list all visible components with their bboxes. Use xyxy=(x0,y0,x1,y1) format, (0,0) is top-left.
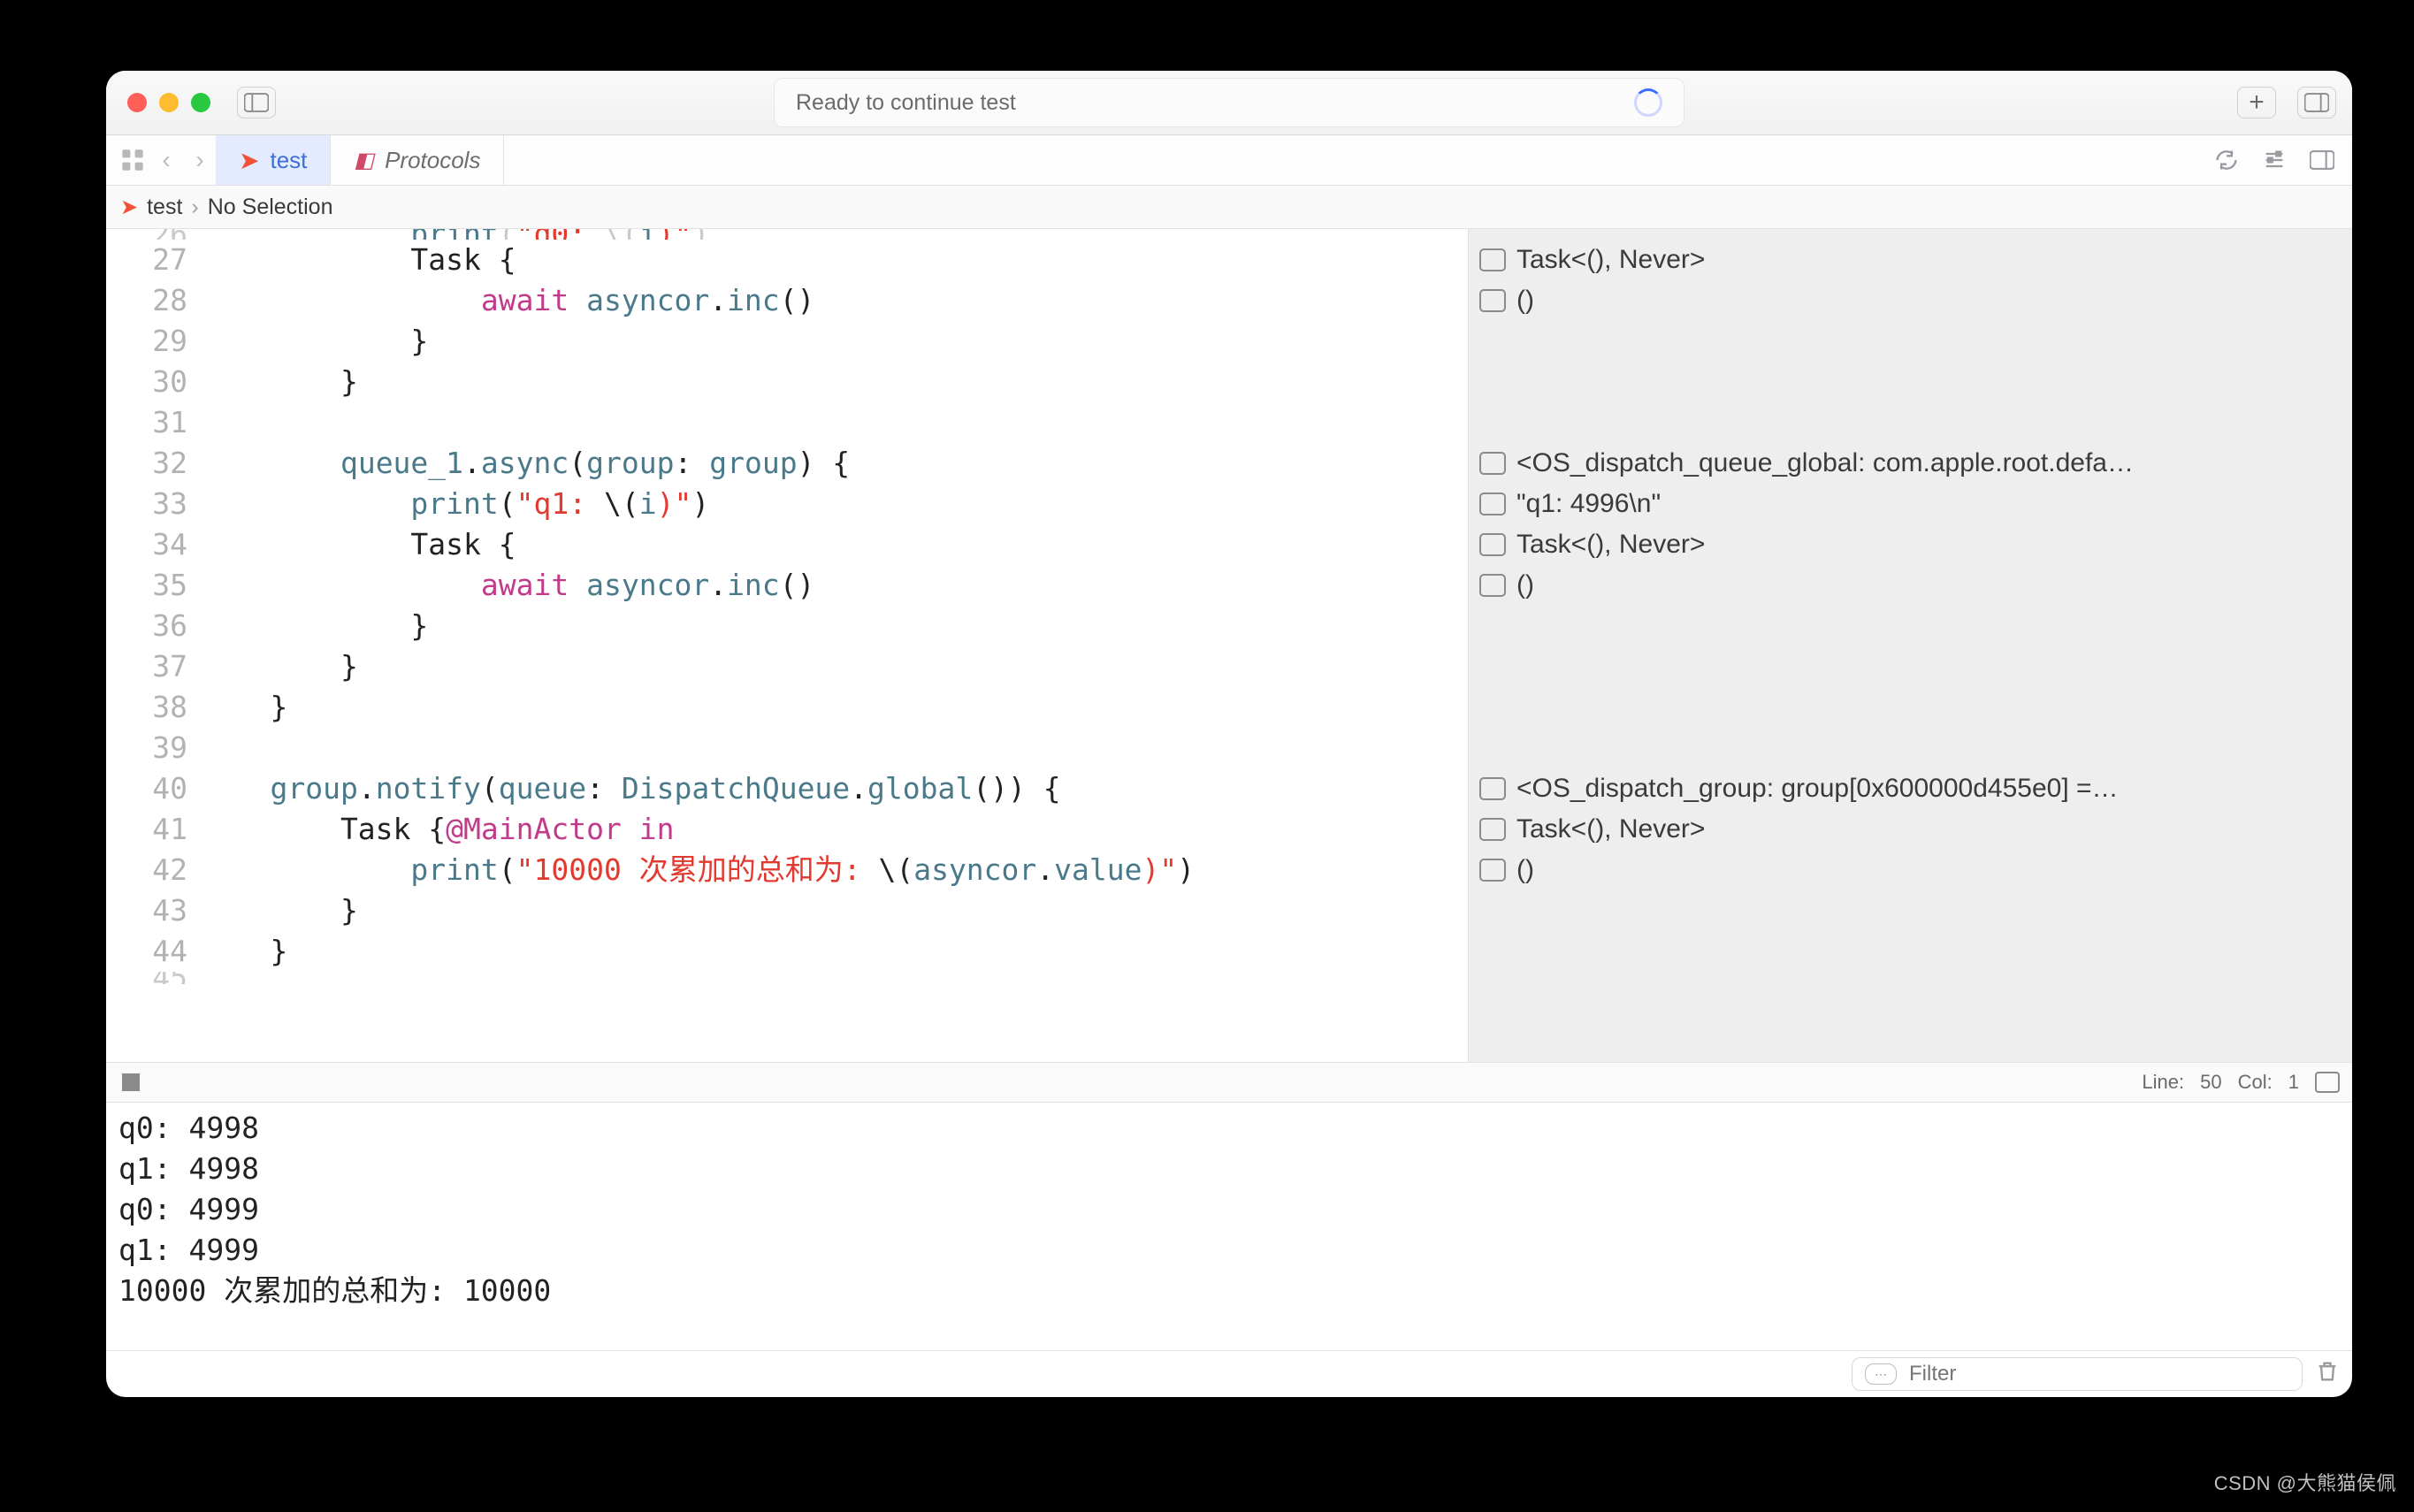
breadcrumb-selection: No Selection xyxy=(208,195,333,220)
chevron-right-icon: › xyxy=(191,195,198,220)
breadcrumb[interactable]: ➤ test › No Selection xyxy=(106,186,2352,229)
result-icon xyxy=(1479,574,1506,597)
result-text: Task<(), Never> xyxy=(1516,809,1705,850)
watermark: CSDN @大熊猫侯佩 xyxy=(2214,1468,2396,1496)
results-sidebar: Task<(), Never>()<OS_dispatch_queue_glob… xyxy=(1468,229,2352,1062)
swift-icon: ➤ xyxy=(239,146,259,175)
activity-viewer[interactable]: Ready to continue test xyxy=(774,78,1684,127)
result-row[interactable]: () xyxy=(1469,280,2352,321)
line-label: Line: xyxy=(2142,1071,2184,1094)
adjust-editor-icon[interactable] xyxy=(2257,142,2292,178)
col-label: Col: xyxy=(2238,1071,2273,1094)
tab-protocols[interactable]: ◧ Protocols xyxy=(331,135,504,185)
result-icon xyxy=(1479,533,1506,556)
stop-execution-button[interactable] xyxy=(122,1073,140,1091)
result-row[interactable]: Task<(), Never> xyxy=(1469,240,2352,280)
result-row[interactable]: "q1: 4996\n" xyxy=(1469,484,2352,524)
tab-test[interactable]: ➤ test xyxy=(216,135,331,185)
tab-label: Protocols xyxy=(385,147,480,174)
result-row[interactable]: <OS_dispatch_queue_global: com.apple.roo… xyxy=(1469,443,2352,484)
close-button[interactable] xyxy=(127,93,147,112)
sidebar-toggle-icon[interactable] xyxy=(237,87,276,118)
result-icon xyxy=(1479,818,1506,841)
result-row[interactable]: () xyxy=(1469,565,2352,606)
xcode-playground-window: Ready to continue test + ‹ › ➤ xyxy=(106,71,2352,1397)
traffic-lights xyxy=(127,93,210,112)
scope-icon: ⋯ xyxy=(1865,1363,1897,1385)
result-row[interactable]: Task<(), Never> xyxy=(1469,809,2352,850)
result-text: Task<(), Never> xyxy=(1516,240,1705,280)
forward-button[interactable]: › xyxy=(184,144,216,176)
back-button[interactable]: ‹ xyxy=(150,144,182,176)
console-filter-bar: ⋯ xyxy=(106,1350,2352,1397)
source-editor[interactable]: 2627282930313233343536373839404142434445… xyxy=(106,229,1468,1062)
add-button[interactable]: + xyxy=(2237,87,2276,118)
refresh-icon[interactable] xyxy=(2209,142,2244,178)
result-text: () xyxy=(1516,565,1534,606)
result-text: () xyxy=(1516,280,1534,321)
result-text: "q1: 4996\n" xyxy=(1516,484,1661,524)
editor-area: 2627282930313233343536373839404142434445… xyxy=(106,229,2352,1063)
swift-icon: ➤ xyxy=(120,195,138,220)
line-number-gutter: 2627282930313233343536373839404142434445 xyxy=(106,229,200,1062)
result-icon xyxy=(1479,493,1506,515)
result-row[interactable]: () xyxy=(1469,850,2352,890)
split-editor-icon[interactable] xyxy=(2304,142,2340,178)
filter-field[interactable]: ⋯ xyxy=(1852,1357,2303,1391)
result-icon xyxy=(1479,777,1506,800)
activity-status-text: Ready to continue test xyxy=(796,90,1016,116)
result-icon xyxy=(1479,452,1506,475)
editor-status-bar: Line: 50 Col: 1 xyxy=(106,1063,2352,1103)
console-output[interactable]: q0: 4998 q1: 4998 q0: 4999 q1: 4999 1000… xyxy=(106,1103,2352,1350)
filter-input[interactable] xyxy=(1907,1361,2289,1387)
protocol-icon: ◧ xyxy=(354,148,374,173)
result-icon xyxy=(1479,859,1506,882)
title-bar: Ready to continue test + xyxy=(106,71,2352,135)
result-row[interactable]: Task<(), Never> xyxy=(1469,524,2352,565)
result-text: <OS_dispatch_queue_global: com.apple.roo… xyxy=(1516,443,2134,484)
clear-console-button[interactable] xyxy=(2315,1359,2340,1390)
minimize-button[interactable] xyxy=(159,93,179,112)
result-icon xyxy=(1479,248,1506,271)
tab-bar: ‹ › ➤ test ◧ Protocols xyxy=(106,135,2352,186)
code-lines: print("q0: \(i)") Task { await asyncor.i… xyxy=(200,229,1468,1062)
col-value: 1 xyxy=(2288,1071,2299,1094)
result-text: () xyxy=(1516,850,1534,890)
spinner-icon xyxy=(1634,88,1662,117)
fullscreen-button[interactable] xyxy=(191,93,210,112)
result-text: <OS_dispatch_group: group[0x600000d455e0… xyxy=(1516,768,2119,809)
result-row[interactable]: <OS_dispatch_group: group[0x600000d455e0… xyxy=(1469,768,2352,809)
breadcrumb-file: test xyxy=(147,195,182,220)
tab-label: test xyxy=(270,147,307,174)
line-value: 50 xyxy=(2200,1071,2221,1094)
inspector-toggle-icon[interactable] xyxy=(2297,87,2336,118)
result-icon xyxy=(1479,289,1506,312)
result-text: Task<(), Never> xyxy=(1516,524,1705,565)
related-items-button[interactable] xyxy=(117,144,149,176)
debug-view-icon[interactable] xyxy=(2315,1072,2340,1093)
